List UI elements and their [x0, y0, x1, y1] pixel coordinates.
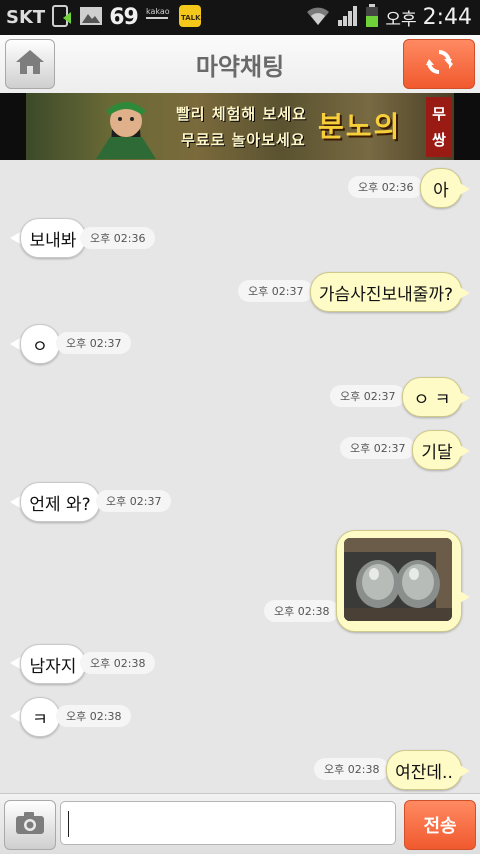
message-time: 오후 02:36 — [348, 176, 424, 198]
sim-icon — [51, 4, 73, 32]
message-time: 오후 02:37 — [238, 280, 314, 302]
ad-brand: 분노의 — [318, 110, 402, 143]
message-time: 오후 02:37 — [56, 332, 132, 354]
message-time: 오후 02:37 — [340, 437, 416, 459]
composer-bar: 전송 — [0, 793, 480, 854]
ad-image[interactable]: 빨리 체험해 보세요 무료로 놀아보세요 분노의 무 쌍 — [26, 93, 454, 160]
bubble-tail — [458, 182, 470, 196]
app-header: 마약채팅 — [0, 35, 480, 94]
camera-button[interactable] — [4, 800, 56, 850]
message-bubble-in[interactable]: 언제 와? — [20, 482, 100, 522]
message-bubble-out[interactable]: ㅇ ㅋ — [402, 377, 462, 417]
message-time: 오후 02:38 — [314, 758, 390, 780]
status-left: SKT 69 kakao story TALK — [6, 4, 202, 32]
message-time: 오후 02:38 — [80, 652, 156, 674]
message-time: 오후 02:38 — [264, 600, 340, 622]
photo-image — [344, 538, 452, 621]
ad-tag-char2: 쌍 — [432, 131, 446, 149]
status-ampm: 오후 — [385, 10, 417, 30]
carrier-label: SKT — [6, 7, 46, 28]
send-button[interactable]: 전송 — [404, 800, 476, 850]
message-bubble-out[interactable]: 아 — [420, 168, 462, 208]
message-input[interactable] — [60, 801, 396, 845]
chat-list[interactable]: 오후 02:36 아 보내봐 오후 02:36 오후 02:37 가슴사진보내줄… — [0, 160, 480, 793]
bubble-tail — [458, 444, 470, 458]
ad-line2: 무료로 놀아보세요 — [181, 131, 306, 149]
message-bubble-in[interactable]: 남자지 — [20, 644, 86, 684]
ad-line1: 빨리 체험해 보세요 — [176, 105, 307, 123]
message-bubble-out[interactable]: 가슴사진보내줄까? — [310, 272, 462, 312]
refresh-icon — [424, 47, 454, 81]
ad-banner[interactable]: 빨리 체험해 보세요 무료로 놀아보세요 분노의 무 쌍 — [0, 93, 480, 160]
message-time: 오후 02:37 — [330, 385, 406, 407]
bubble-tail — [458, 764, 470, 778]
bubble-tail — [458, 286, 470, 300]
message-time: 오후 02:36 — [80, 227, 156, 249]
kakaotalk-icon: TALK — [178, 4, 202, 32]
kakaotalk-label: TALK — [181, 14, 201, 22]
message-bubble-out[interactable]: 기달 — [412, 430, 462, 470]
kakaostory-icon: kakao story — [144, 4, 193, 32]
refresh-button[interactable] — [403, 39, 475, 89]
message-bubble-in[interactable]: 보내봐 — [20, 218, 86, 258]
bubble-tail — [458, 391, 470, 405]
gallery-icon — [79, 5, 103, 31]
message-bubble-in[interactable]: ㅋ — [20, 697, 60, 737]
message-bubble-out[interactable]: 여잔데.. — [386, 750, 462, 790]
ad-tag: 무 쌍 — [426, 97, 452, 157]
bubble-tail — [458, 590, 470, 604]
message-time: 오후 02:38 — [56, 705, 132, 727]
wifi-icon — [305, 5, 331, 31]
camera-icon — [14, 810, 46, 840]
message-photo[interactable] — [344, 538, 452, 621]
battery-icon — [365, 3, 379, 32]
status-bar: SKT 69 kakao story TALK 오후 2:44 — [0, 0, 480, 35]
ad-hero-illustration — [96, 102, 156, 159]
status-right: 오후 2:44 — [305, 3, 472, 32]
message-time: 오후 02:37 — [96, 490, 172, 512]
status-clock: 2:44 — [422, 5, 472, 30]
message-bubble-in[interactable]: ㅇ — [20, 324, 60, 364]
kakaostory-label: kakao story — [146, 7, 172, 16]
notification-count: 69 — [109, 5, 139, 30]
signal-icon — [337, 5, 359, 31]
text-caret — [68, 811, 69, 837]
ad-tag-char1: 무 — [432, 105, 446, 123]
